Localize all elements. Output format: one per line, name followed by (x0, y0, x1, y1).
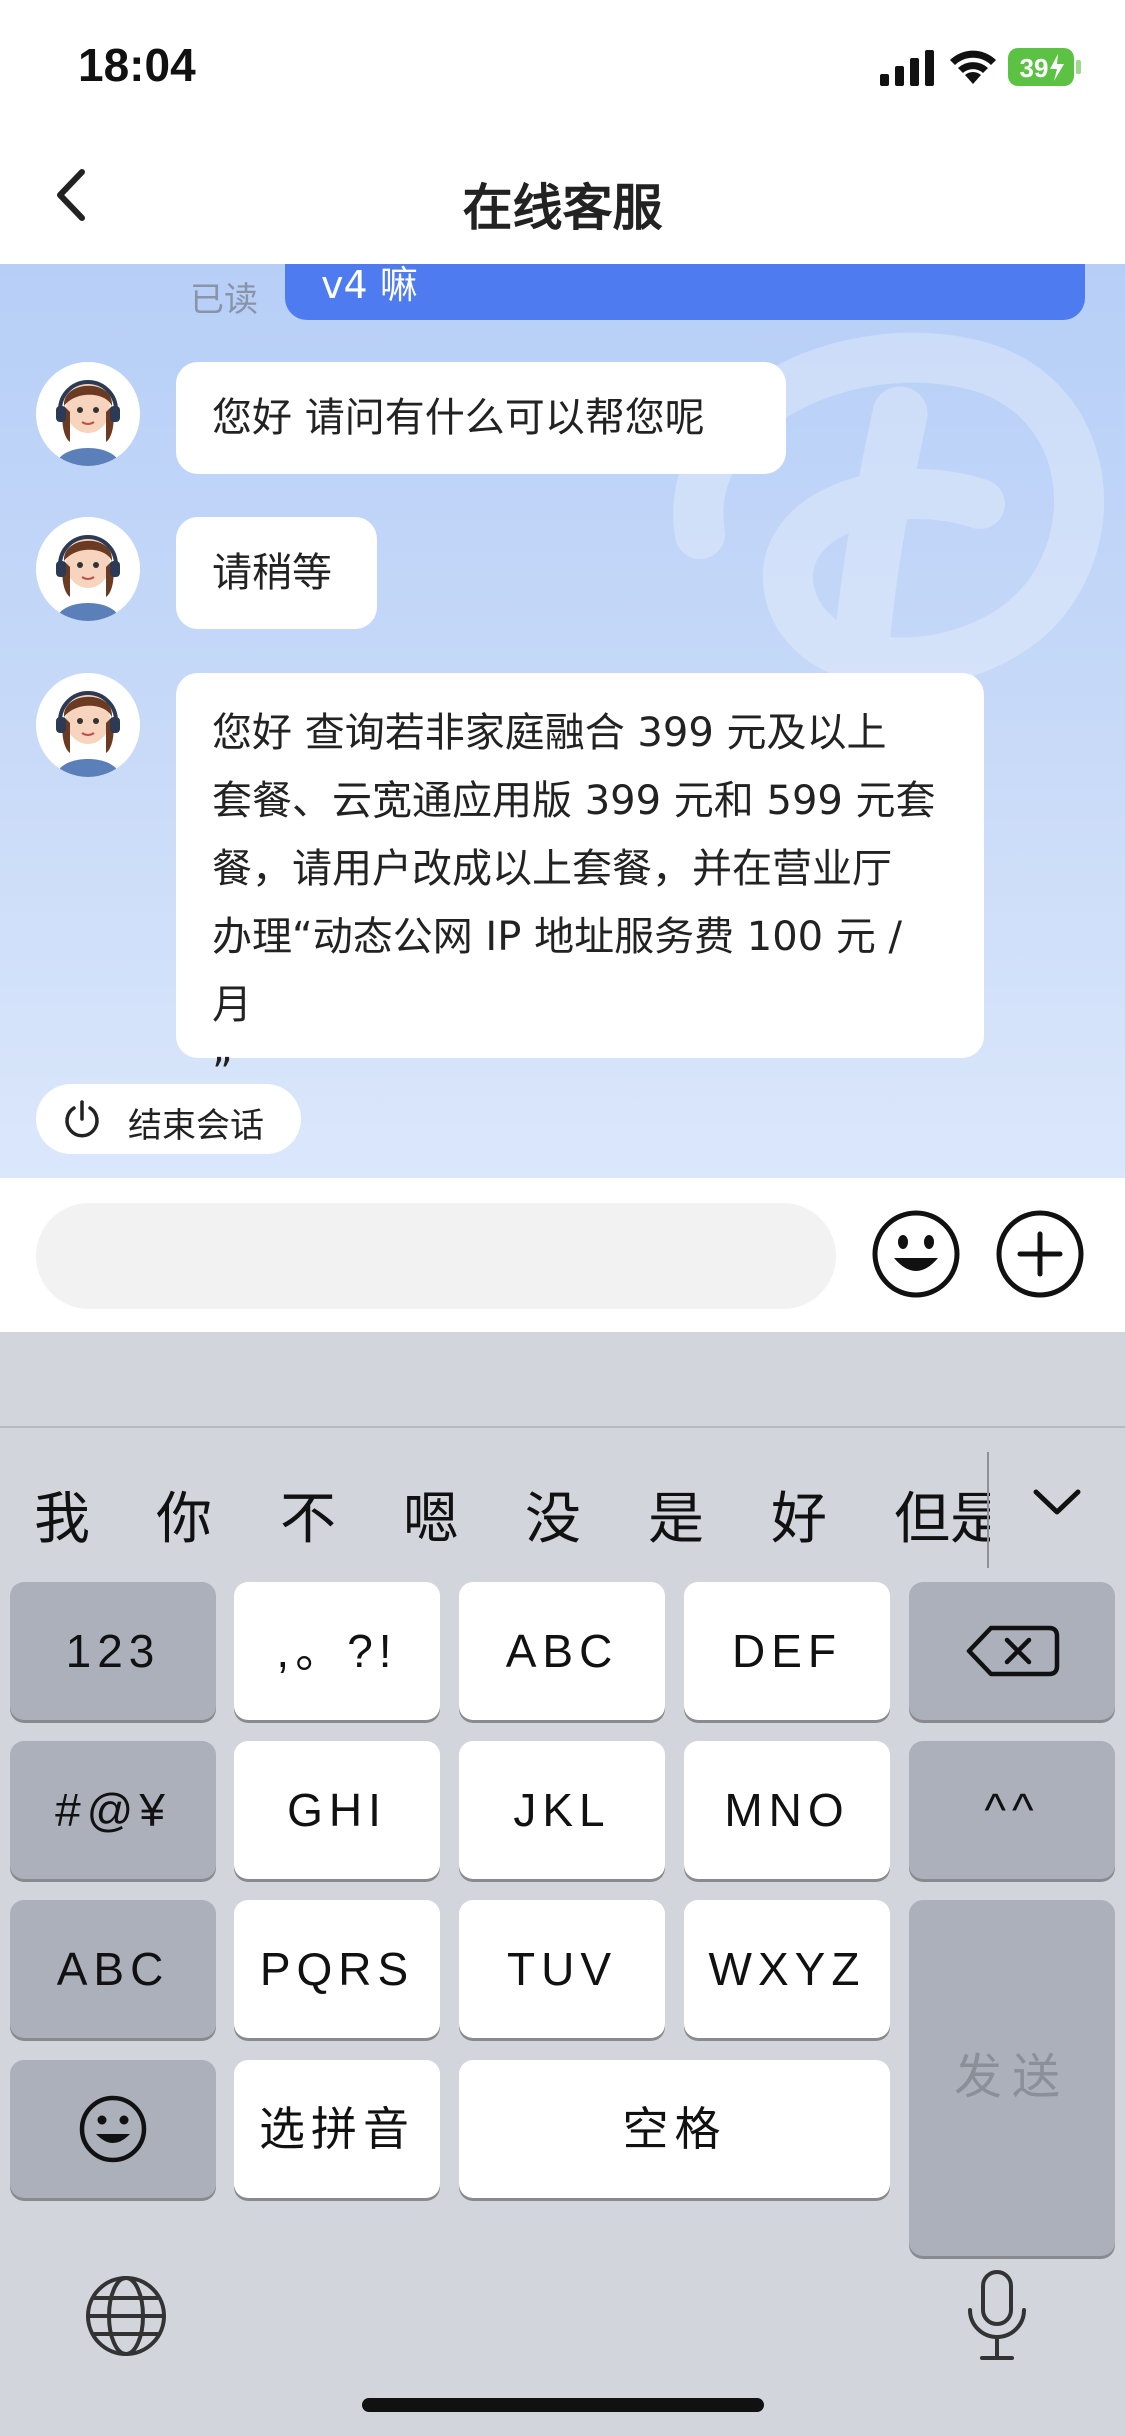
microphone-icon[interactable] (962, 2268, 1032, 2364)
end-session-button[interactable]: 结束会话 (36, 1084, 301, 1154)
chat-area[interactable]: 已读 v4 嘛 您好 请问有什么可以帮您呢 请稍等 您好 查询若非家庭融合 39… (0, 264, 1125, 1178)
status-bar: 18:04 39 (0, 0, 1125, 132)
key-pqrs[interactable]: PQRS (234, 1900, 440, 2038)
agent-message-text: 请稍等 (212, 550, 332, 596)
candidate-word[interactable]: 是 (648, 1474, 704, 1555)
wifi-icon (950, 50, 996, 84)
agent-message-bubble[interactable]: 请稍等 (176, 517, 377, 629)
candidate-word[interactable]: 你 (156, 1474, 212, 1555)
plus-circle-icon[interactable] (994, 1208, 1086, 1300)
key-emoticon[interactable]: ^^ (909, 1741, 1115, 1879)
agent-avatar-icon (36, 517, 140, 621)
send-key[interactable]: 发送 (909, 1900, 1115, 2256)
emoji-icon (79, 2095, 147, 2163)
agent-avatar-icon (36, 673, 140, 777)
key-punctuation[interactable]: ,。?! (234, 1582, 440, 1720)
agent-message-bubble[interactable]: 您好 请问有什么可以帮您呢 (176, 362, 786, 474)
agent-message-text: 您好 请问有什么可以帮您呢 (212, 395, 705, 441)
home-indicator[interactable] (362, 2398, 764, 2412)
space-key[interactable]: 空格 (459, 2060, 890, 2198)
backspace-icon (966, 1625, 1060, 1677)
battery-icon: 39 (1008, 48, 1081, 86)
candidate-word[interactable]: 我 (34, 1474, 90, 1555)
key-wxyz[interactable]: WXYZ (684, 1900, 890, 2038)
read-status: 已读 (190, 280, 258, 320)
key-symbols[interactable]: #@¥ (10, 1741, 216, 1879)
input-bar (0, 1178, 1125, 1332)
agent-message-line: 餐，请用户改成以上套餐，并在营业厅 (212, 846, 892, 892)
power-icon (65, 1100, 99, 1138)
status-time: 18:04 (78, 39, 196, 91)
sent-message-text: v4 嘛 (321, 264, 418, 307)
candidate-bar: 我 你 不 嗯 没 是 好 但是 (0, 1428, 990, 1594)
candidate-word[interactable]: 嗯 (403, 1474, 459, 1555)
sent-message-bubble[interactable]: v4 嘛 (285, 264, 1085, 320)
battery-level: 39 (1020, 53, 1049, 83)
end-session-label: 结束会话 (128, 1106, 264, 1146)
agent-message-line: 您好 查询若非家庭融合 399 元及以上 (212, 710, 887, 756)
globe-icon[interactable] (84, 2274, 168, 2358)
candidate-separator (987, 1452, 989, 1568)
key-abc-mode[interactable]: ABC (10, 1900, 216, 2038)
key-abc[interactable]: ABC (459, 1582, 665, 1720)
agent-avatar[interactable] (36, 362, 140, 466)
chevron-down-icon[interactable] (1030, 1482, 1084, 1522)
key-def[interactable]: DEF (684, 1582, 890, 1720)
emoji-key[interactable] (10, 2060, 216, 2198)
smiley-icon[interactable] (870, 1208, 962, 1300)
agent-avatar[interactable] (36, 517, 140, 621)
agent-avatar-icon (36, 362, 140, 466)
message-input[interactable] (36, 1203, 836, 1309)
key-ghi[interactable]: GHI (234, 1741, 440, 1879)
key-jkl[interactable]: JKL (459, 1741, 665, 1879)
key-tuv[interactable]: TUV (459, 1900, 665, 2038)
agent-message-line: 套餐、云宽通应用版 399 元和 599 元套 (212, 778, 936, 824)
agent-message-line: 办理“动态公网 IP 地址服务费 100 元 / 月 (212, 914, 903, 1028)
key-123[interactable]: 123 (10, 1582, 216, 1720)
key-pinyin-select[interactable]: 选拼音 (234, 2060, 440, 2198)
nav-bar: 在线客服 (0, 132, 1125, 264)
candidate-word[interactable]: 不 (280, 1474, 336, 1555)
key-mno[interactable]: MNO (684, 1741, 890, 1879)
agent-avatar[interactable] (36, 673, 140, 777)
page-title: 在线客服 (462, 179, 663, 237)
cellular-signal-icon (880, 50, 934, 86)
candidate-word[interactable]: 没 (525, 1474, 581, 1555)
agent-message-line: ” (212, 1050, 233, 1096)
delete-key[interactable] (909, 1582, 1115, 1720)
candidate-word[interactable]: 好 (771, 1474, 827, 1555)
agent-message-bubble[interactable]: 您好 查询若非家庭融合 399 元及以上 套餐、云宽通应用版 399 元和 59… (176, 673, 984, 1096)
keyboard: 我 你 不 嗯 没 是 好 但是 123 ,。?! ABC DEF #@¥ GH… (0, 1332, 1125, 2436)
candidate-word[interactable]: 但是 (894, 1474, 990, 1555)
